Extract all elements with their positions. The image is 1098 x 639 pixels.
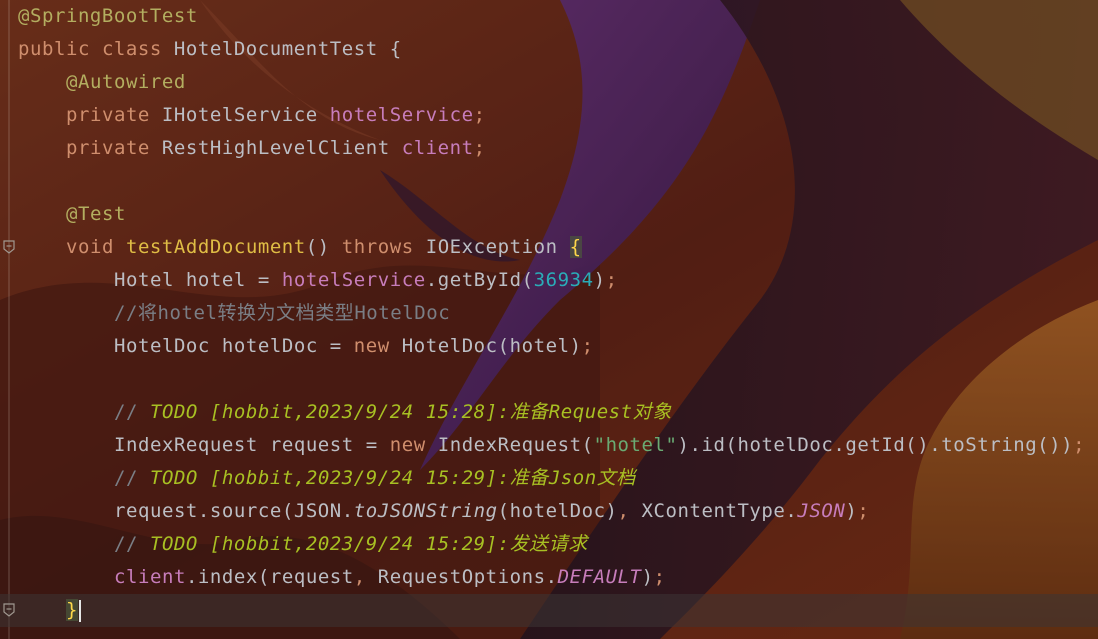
code-token: hotelService <box>281 269 426 291</box>
code-token: , <box>617 500 642 522</box>
code-line[interactable]: @Autowired <box>18 66 1098 99</box>
code-line[interactable]: void testAddDocument() throws IOExceptio… <box>18 231 1098 264</box>
code-token: .index(request <box>185 566 354 588</box>
code-token: , <box>353 566 378 588</box>
code-token: request.source(JSON. <box>114 500 354 522</box>
code-token: } <box>66 599 78 621</box>
code-line[interactable]: client.index(request, RequestOptions.DEF… <box>18 561 1098 594</box>
code-token: //将hotel转换为文档类型HotelDoc <box>114 302 451 324</box>
code-token: void <box>66 236 126 258</box>
code-line[interactable]: //将hotel转换为文档类型HotelDoc <box>18 297 1098 330</box>
code-token: ) <box>593 269 606 291</box>
code-token: JSON <box>797 500 846 522</box>
code-token: public <box>18 38 102 60</box>
code-token: // <box>114 533 150 555</box>
code-line[interactable]: Hotel hotel = hotelService.getById(36934… <box>18 264 1098 297</box>
code-token: IndexRequest( <box>437 434 594 456</box>
code-token: HotelDoc hotelDoc = <box>114 335 354 357</box>
code-token: RestHighLevelClient <box>161 137 402 159</box>
code-token: IndexRequest request = <box>114 434 390 456</box>
code-line[interactable]: IndexRequest request = new IndexRequest(… <box>18 429 1098 462</box>
code-token: ; <box>653 566 666 588</box>
code-line[interactable] <box>18 165 1098 198</box>
code-line[interactable]: // TODO [hobbit,2023/9/24 15:28]:准备Reque… <box>18 396 1098 429</box>
code-token: DEFAULT <box>557 566 642 588</box>
code-token: ; <box>857 500 870 522</box>
code-token: HotelDoc(hotel) <box>401 335 582 357</box>
code-token: ; <box>1073 434 1086 456</box>
code-line[interactable]: // TODO [hobbit,2023/9/24 15:29]:准备Json文… <box>18 462 1098 495</box>
fold-marker-icon[interactable] <box>2 603 16 617</box>
code-token: new <box>353 335 402 357</box>
code-token: ; <box>581 335 594 357</box>
code-token: private <box>66 104 162 126</box>
code-token: RequestOptions. <box>377 566 558 588</box>
code-token: ) <box>845 500 858 522</box>
code-line[interactable]: // TODO [hobbit,2023/9/24 15:29]:发送请求 <box>18 528 1098 561</box>
code-line[interactable]: public class HotelDocumentTest { <box>18 33 1098 66</box>
code-line[interactable]: } <box>0 594 1098 627</box>
code-line[interactable]: @SpringBootTest <box>18 0 1098 33</box>
code-token: () <box>305 236 342 258</box>
code-token: { <box>389 38 402 60</box>
fold-marker-icon[interactable] <box>2 240 16 254</box>
code-token: TODO [hobbit,2023/9/24 15:28]:准备Request对… <box>149 401 672 423</box>
code-token: ; <box>605 269 618 291</box>
code-token: XContentType. <box>641 500 798 522</box>
code-token: { <box>569 236 582 258</box>
code-token: // <box>114 401 150 423</box>
code-token: client <box>114 566 186 588</box>
code-line[interactable]: HotelDoc hotelDoc = new HotelDoc(hotel); <box>18 330 1098 363</box>
code-token: TODO [hobbit,2023/9/24 15:29]:准备Json文档 <box>149 467 636 489</box>
code-token: class <box>101 38 174 60</box>
code-token: hotelService <box>329 104 474 126</box>
code-token: testAddDocument <box>125 236 306 258</box>
code-token: new <box>389 434 438 456</box>
code-editor[interactable]: @SpringBootTest public class HotelDocumen… <box>0 0 1098 639</box>
code-line[interactable]: private RestHighLevelClient client; <box>18 132 1098 165</box>
code-line[interactable]: private IHotelService hotelService; <box>18 99 1098 132</box>
code-token: .getById( <box>425 269 534 291</box>
code-line[interactable] <box>18 363 1098 396</box>
code-token: private <box>66 137 162 159</box>
code-token: IOException <box>425 236 570 258</box>
code-token: ; <box>473 137 486 159</box>
code-token: ; <box>473 104 486 126</box>
code-token: throws <box>341 236 426 258</box>
code-line[interactable]: @Test <box>18 198 1098 231</box>
code-token: "hotel" <box>593 434 678 456</box>
code-token: ) <box>641 566 654 588</box>
text-caret <box>79 599 81 622</box>
code-token: // <box>114 467 150 489</box>
code-token: Hotel hotel = <box>114 269 282 291</box>
code-token: @Autowired <box>66 71 186 93</box>
code-line[interactable]: request.source(JSON.toJSONString(hotelDo… <box>18 495 1098 528</box>
code-token: TODO [hobbit,2023/9/24 15:29]:发送请求 <box>149 533 588 555</box>
code-token: (hotelDoc) <box>497 500 618 522</box>
code-area[interactable]: @SpringBootTest public class HotelDocumen… <box>0 0 1098 627</box>
code-token: client <box>401 137 474 159</box>
code-token: IHotelService <box>161 104 330 126</box>
code-token: toJSONString <box>353 500 498 522</box>
code-token: 36934 <box>533 269 594 291</box>
code-token: HotelDocumentTest <box>173 38 390 60</box>
code-token: @Test <box>66 203 126 225</box>
code-token: @SpringBootTest <box>18 5 198 27</box>
code-token: ).id(hotelDoc.getId().toString()) <box>677 434 1074 456</box>
